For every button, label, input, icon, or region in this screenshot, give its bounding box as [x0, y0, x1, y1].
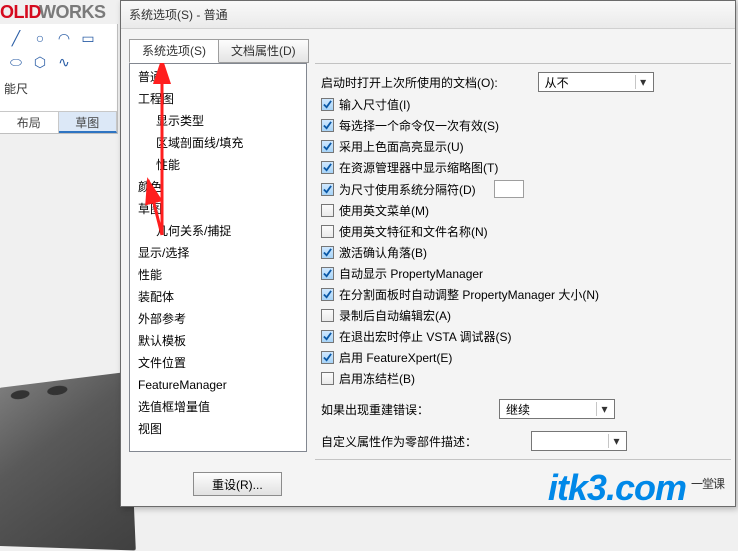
tree-item[interactable]: 几何关系/捕捉	[130, 220, 306, 242]
app-logo: OLIDWORKS	[0, 2, 106, 23]
tree-item[interactable]: 区域剖面线/填充	[130, 132, 306, 154]
checkbox-label: 使用英文菜单(M)	[339, 202, 429, 219]
options-dialog: 系统选项(S) - 普通 系统选项(S) 文档属性(D) 普通工程图显示类型区域…	[120, 0, 736, 507]
tree-item[interactable]: 显示类型	[130, 110, 306, 132]
dialog-title: 系统选项(S) - 普通	[121, 1, 735, 29]
checkbox[interactable]	[321, 98, 334, 111]
separator-input[interactable]	[494, 180, 524, 198]
ribbon-tab-layout[interactable]: 布局	[0, 112, 59, 133]
checkbox[interactable]	[321, 246, 334, 259]
checkbox-label: 输入尺寸值(I)	[339, 96, 410, 113]
tool-rect-icon[interactable]: ▭	[78, 28, 98, 48]
checkbox[interactable]	[321, 225, 334, 238]
tab-document-properties[interactable]: 文档属性(D)	[219, 39, 309, 63]
ribbon-tab-sketch[interactable]: 草图	[59, 112, 118, 133]
tool-circle-icon[interactable]: ○	[30, 28, 50, 48]
checkbox[interactable]	[321, 330, 334, 343]
checkbox[interactable]	[321, 309, 334, 322]
checkbox-label: 使用英文特征和文件名称(N)	[339, 223, 488, 240]
tree-item[interactable]: 文件位置	[130, 352, 306, 374]
ribbon-panel: ╱ ○ ◠ ▭ ⬭ ⬡ ∿ 能尺 布局 草图	[0, 24, 118, 134]
tree-item[interactable]: 普通	[130, 66, 306, 88]
options-tree[interactable]: 普通工程图显示类型区域剖面线/填充性能颜色草图几何关系/捕捉显示/选择性能装配体…	[129, 63, 307, 452]
checkbox[interactable]	[321, 267, 334, 280]
open-last-combo[interactable]: 从不 ▾	[538, 72, 654, 92]
checkbox-label: 在分割面板时自动调整 PropertyManager 大小(N)	[339, 286, 599, 303]
tree-item[interactable]: 草图	[130, 198, 306, 220]
checkbox-label: 采用上色面高亮显示(U)	[339, 138, 464, 155]
tree-item[interactable]: 默认模板	[130, 330, 306, 352]
reset-button[interactable]: 重设(R)...	[193, 472, 282, 496]
checkbox[interactable]	[321, 183, 334, 196]
watermark: itk3.com 一堂课	[548, 467, 724, 509]
chevron-down-icon: ▾	[635, 75, 651, 89]
tree-item[interactable]: 显示/选择	[130, 242, 306, 264]
tree-item[interactable]: 颜色	[130, 176, 306, 198]
options-right-pane: 启动时打开上次所使用的文档(O): 从不 ▾ 输入尺寸值(I) 每选择一个命令仅一…	[315, 63, 731, 452]
divider	[315, 459, 731, 460]
tool-arc-icon[interactable]: ◠	[54, 28, 74, 48]
checkbox[interactable]	[321, 288, 334, 301]
tree-item[interactable]: 装配体	[130, 286, 306, 308]
tool-hex-icon[interactable]: ⬡	[30, 52, 50, 72]
tree-item[interactable]: 选值框增量值	[130, 396, 306, 418]
rebuild-error-label: 如果出现重建错误：	[321, 401, 429, 418]
tree-item[interactable]: 外部参考	[130, 308, 306, 330]
tool-ellipse-icon[interactable]: ⬭	[6, 52, 26, 72]
open-last-label: 启动时打开上次所使用的文档(O):	[321, 74, 498, 91]
rebuild-error-combo[interactable]: 继续 ▾	[499, 399, 615, 419]
checkbox-label: 为尺寸使用系统分隔符(D)	[339, 181, 476, 198]
model-preview	[0, 372, 136, 551]
checkbox-label: 每选择一个命令仅一次有效(S)	[339, 117, 499, 134]
checkbox-label: 在资源管理器中显示缩略图(T)	[339, 159, 498, 176]
checkbox-label: 录制后自动编辑宏(A)	[339, 307, 451, 324]
checkbox[interactable]	[321, 119, 334, 132]
tree-item[interactable]: 性能	[130, 264, 306, 286]
checkbox-label: 自动显示 PropertyManager	[339, 265, 483, 282]
checkbox-label: 启用冻结栏(B)	[339, 370, 415, 387]
checkbox[interactable]	[321, 204, 334, 217]
chevron-down-icon: ▾	[608, 434, 624, 448]
tree-item[interactable]: 性能	[130, 154, 306, 176]
checkbox[interactable]	[321, 161, 334, 174]
checkbox-label: 激活确认角落(B)	[339, 244, 427, 261]
checkbox-label: 在退出宏时停止 VSTA 调试器(S)	[339, 328, 511, 345]
tree-item[interactable]: FeatureManager	[130, 374, 306, 396]
chevron-down-icon: ▾	[596, 402, 612, 416]
checkbox[interactable]	[321, 351, 334, 364]
ribbon-section-label: 能尺	[0, 80, 28, 97]
tree-item[interactable]: 视图	[130, 418, 306, 440]
tool-line-icon[interactable]: ╱	[6, 28, 26, 48]
custom-prop-combo[interactable]: ▾	[531, 431, 627, 451]
checkbox-label: 启用 FeatureXpert(E)	[339, 349, 452, 366]
custom-prop-label: 自定义属性作为零部件描述：	[321, 433, 477, 450]
tool-spline-icon[interactable]: ∿	[54, 52, 74, 72]
tab-system-options[interactable]: 系统选项(S)	[129, 39, 219, 63]
checkbox[interactable]	[321, 372, 334, 385]
tree-item[interactable]: 工程图	[130, 88, 306, 110]
checkbox[interactable]	[321, 140, 334, 153]
dialog-tab-strip: 系统选项(S) 文档属性(D)	[129, 39, 309, 63]
